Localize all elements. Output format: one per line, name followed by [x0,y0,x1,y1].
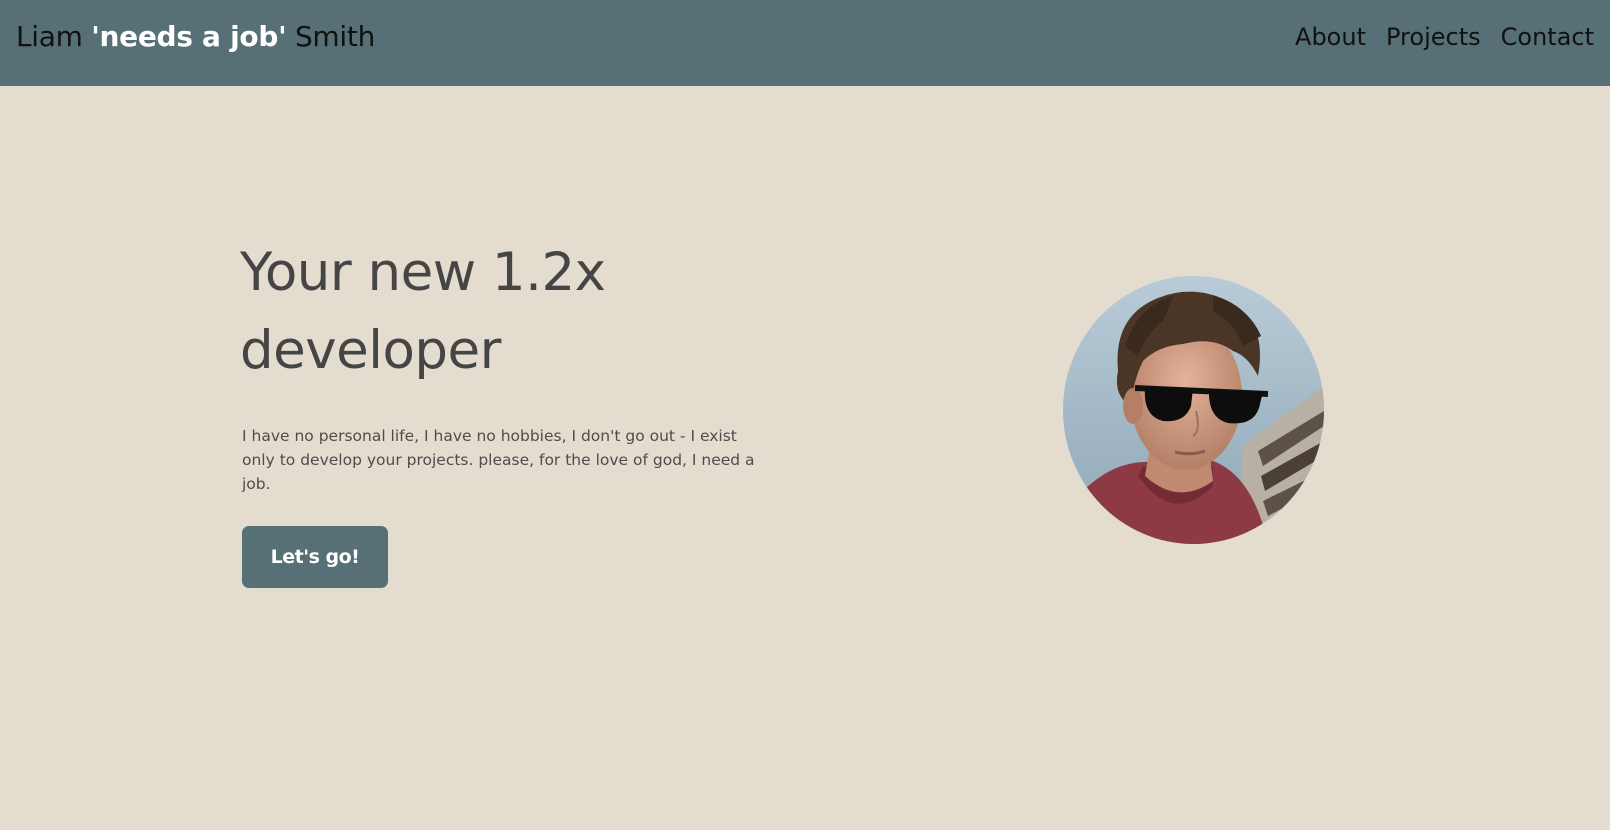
site-header: Liam 'needs a job' Smith About Projects … [0,0,1610,86]
hero-title: Your new 1.2x developer [240,242,606,381]
site-brand[interactable]: Liam 'needs a job' Smith [16,20,375,54]
main-nav: About Projects Contact [1295,20,1594,54]
nav-link-about[interactable]: About [1295,20,1366,54]
nav-link-projects[interactable]: Projects [1386,20,1481,54]
hero-description: I have no personal life, I have no hobbi… [242,427,755,493]
brand-nickname: 'needs a job' [91,20,287,53]
brand-last-name: Smith [286,20,376,53]
brand-first-name: Liam [16,20,92,53]
profile-photo [1063,276,1324,544]
lets-go-button[interactable]: Let's go! [242,526,388,588]
nav-link-contact[interactable]: Contact [1501,20,1594,54]
